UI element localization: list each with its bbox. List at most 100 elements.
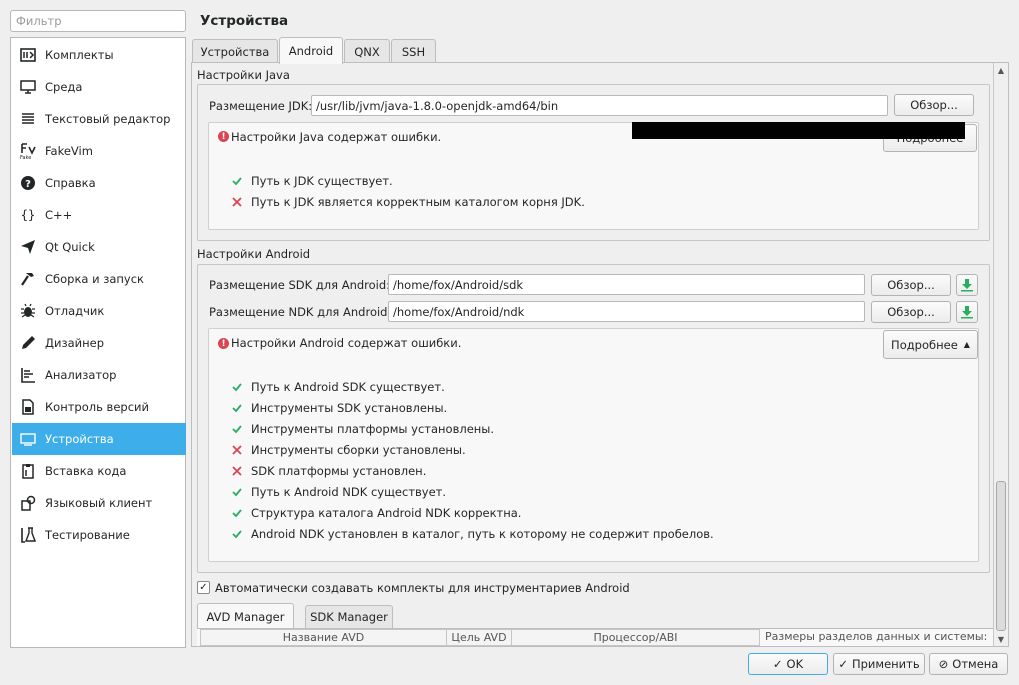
sdk-location-input[interactable] bbox=[388, 274, 865, 295]
tab-ssh[interactable]: SSH bbox=[391, 39, 436, 63]
column-header-cpu-abi[interactable]: Процессор/ABI bbox=[511, 629, 760, 646]
auto-create-kits-label[interactable]: Автоматически создавать комплекты для ин… bbox=[215, 581, 630, 595]
cancel-icon: ⊘ bbox=[938, 657, 949, 671]
tab-devices[interactable]: Устройства bbox=[192, 39, 278, 63]
sidebar-item-label: Справка bbox=[45, 176, 96, 190]
pencil-icon bbox=[19, 334, 37, 352]
devices-icon bbox=[19, 430, 37, 448]
svg-text:?: ? bbox=[25, 179, 31, 190]
analyzer-icon bbox=[19, 366, 37, 384]
download-icon bbox=[961, 306, 973, 319]
column-header-avd-name[interactable]: Название AVD bbox=[200, 629, 447, 646]
flask-icon bbox=[19, 526, 37, 544]
tab-avd-manager[interactable]: AVD Manager bbox=[197, 603, 294, 629]
sidebar-item-label: Тестирование bbox=[45, 528, 130, 542]
auto-create-kits-checkbox[interactable]: ✓ bbox=[197, 581, 210, 594]
partition-size-label: Размеры разделов данных и системы: bbox=[765, 630, 988, 643]
sidebar-item-label: Контроль версий bbox=[45, 400, 149, 414]
sidebar-item-debugger[interactable]: Отладчик bbox=[12, 295, 186, 327]
column-header-avd-target[interactable]: Цель AVD bbox=[446, 629, 512, 646]
android-check-row: Структура каталога Android NDK корректна… bbox=[231, 506, 521, 520]
sidebar-item-label: Устройства bbox=[45, 432, 114, 446]
sidebar-item-language-client[interactable]: Языковый клиент bbox=[12, 487, 186, 519]
tab-qnx[interactable]: QNX bbox=[344, 39, 390, 63]
java-check-row: Путь к JDK существует. bbox=[231, 174, 393, 188]
android-check-row: Инструменты платформы установлены. bbox=[231, 422, 494, 436]
checkmark-icon bbox=[231, 424, 243, 434]
sidebar-item-label: C++ bbox=[45, 208, 73, 222]
sidebar-item-label: FakeVim bbox=[45, 144, 93, 158]
sidebar-item-qtquick[interactable]: Qt Quick bbox=[12, 231, 186, 263]
jdk-location-label: Размещение JDK: bbox=[209, 99, 313, 113]
svg-text:{}: {} bbox=[21, 208, 35, 222]
checkmark-icon bbox=[231, 403, 243, 413]
filter-input[interactable] bbox=[10, 10, 186, 32]
hammer-icon bbox=[19, 270, 37, 288]
sidebar-item-help[interactable]: ? Справка bbox=[12, 167, 186, 199]
chevron-up-icon: ▲ bbox=[963, 340, 970, 349]
scroll-down-arrow-icon[interactable]: ▼ bbox=[994, 632, 1008, 646]
sidebar-item-fakevim[interactable]: Fake FakeVim bbox=[12, 135, 186, 167]
sdk-location-label: Размещение SDK для Android: bbox=[209, 278, 391, 292]
checkmark-icon bbox=[231, 508, 243, 518]
checkmark-icon bbox=[231, 382, 243, 392]
category-list: Комплекты Среда Текстовый редактор Fake … bbox=[10, 37, 186, 648]
sdk-browse-button[interactable]: Обзор... bbox=[871, 274, 951, 296]
tab-sdk-manager[interactable]: SDK Manager bbox=[305, 605, 393, 628]
ndk-browse-button[interactable]: Обзор... bbox=[871, 301, 951, 323]
sidebar-item-environment[interactable]: Среда bbox=[12, 71, 186, 103]
fakevim-icon: Fake bbox=[19, 142, 37, 160]
android-check-row: SDK платформы установлен. bbox=[231, 464, 426, 478]
braces-icon: {} bbox=[19, 206, 37, 224]
error-icon: ! bbox=[218, 338, 229, 349]
sidebar-item-devices[interactable]: Устройства bbox=[12, 423, 186, 455]
kits-icon bbox=[19, 46, 37, 64]
sidebar-item-version-control[interactable]: Контроль версий bbox=[12, 391, 186, 423]
ndk-download-button[interactable] bbox=[956, 301, 978, 323]
scrollbar-thumb[interactable] bbox=[996, 481, 1006, 631]
checkmark-icon bbox=[231, 529, 243, 539]
sidebar-item-testing[interactable]: Тестирование bbox=[12, 519, 186, 551]
apply-button[interactable]: ✓ Применить bbox=[833, 653, 925, 675]
bug-icon bbox=[19, 302, 37, 320]
sidebar-item-label: Отладчик bbox=[45, 304, 105, 318]
android-check-row: Инструменты SDK установлены. bbox=[231, 401, 447, 415]
sidebar-item-code-paste[interactable]: Вставка кода bbox=[12, 455, 186, 487]
check-icon: ✓ bbox=[838, 657, 848, 671]
ndk-location-input[interactable] bbox=[388, 301, 865, 322]
details-label: Подробнее bbox=[891, 337, 958, 352]
jdk-browse-button[interactable]: Обзор... bbox=[894, 94, 974, 116]
sidebar-item-label: Текстовый редактор bbox=[45, 112, 171, 126]
android-check-row: Android NDK установлен в каталог, путь к… bbox=[231, 527, 714, 541]
version-control-icon bbox=[19, 398, 37, 416]
tab-android[interactable]: Android bbox=[279, 37, 343, 64]
sidebar-item-label: Сборка и запуск bbox=[45, 272, 144, 286]
sidebar-item-designer[interactable]: Дизайнер bbox=[12, 327, 186, 359]
ok-button[interactable]: ✓ OK bbox=[748, 653, 828, 675]
sidebar-item-cpp[interactable]: {} C++ bbox=[12, 199, 186, 231]
cancel-button[interactable]: ⊘ Отмена bbox=[929, 653, 1008, 675]
sidebar-item-analyzer[interactable]: Анализатор bbox=[12, 359, 186, 391]
sidebar-item-label: Комплекты bbox=[45, 48, 114, 62]
ndk-location-label: Размещение NDK для Android: bbox=[209, 305, 392, 319]
vertical-scrollbar[interactable]: ▲ ▼ bbox=[993, 63, 1008, 646]
checkmark-icon bbox=[231, 176, 243, 186]
scroll-up-arrow-icon[interactable]: ▲ bbox=[994, 63, 1008, 77]
error-icon: ! bbox=[218, 131, 229, 142]
sidebar-item-text-editor[interactable]: Текстовый редактор bbox=[12, 103, 186, 135]
android-details-button[interactable]: Подробнее ▲ bbox=[883, 330, 978, 359]
sidebar-item-build-run[interactable]: Сборка и запуск bbox=[12, 263, 186, 295]
sdk-download-button[interactable] bbox=[956, 274, 978, 296]
sidebar-item-label: Среда bbox=[45, 80, 83, 94]
cross-icon bbox=[231, 197, 243, 207]
android-error-text: Настройки Android содержат ошибки. bbox=[231, 336, 462, 350]
sidebar-item-label: Дизайнер bbox=[45, 336, 104, 350]
android-check-row: Путь к Android SDK существует. bbox=[231, 380, 445, 394]
jdk-location-input[interactable] bbox=[311, 95, 888, 116]
sidebar-item-kits[interactable]: Комплекты bbox=[12, 39, 186, 71]
language-client-icon bbox=[19, 494, 37, 512]
help-icon: ? bbox=[19, 174, 37, 192]
sidebar-item-label: Вставка кода bbox=[45, 464, 127, 478]
android-check-row: Путь к Android NDK существует. bbox=[231, 485, 446, 499]
java-error-text: Настройки Java содержат ошибки. bbox=[231, 130, 442, 144]
